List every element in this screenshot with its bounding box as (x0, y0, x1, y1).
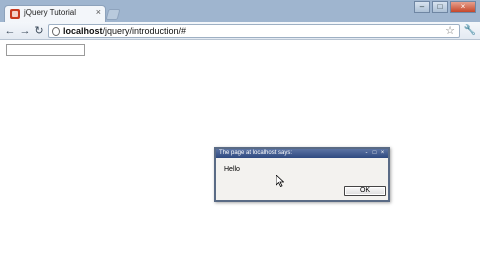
browser-window: jQuery Tutorial × – □ × ← → ↻ localhost/… (0, 0, 480, 270)
dialog-title: The page at localhost says: (219, 150, 293, 156)
url-path: /jquery/introduction/# (102, 26, 187, 36)
new-tab-button[interactable] (105, 9, 121, 20)
address-bar[interactable]: localhost/jquery/introduction/# ☆ (48, 24, 460, 38)
alert-dialog: The page at localhost says: - □ × Hello … (214, 147, 390, 202)
browser-toolbar: ← → ↻ localhost/jquery/introduction/# ☆ … (0, 22, 480, 40)
ok-button[interactable]: OK (344, 186, 386, 196)
forward-button[interactable]: → (18, 24, 32, 38)
dialog-maximize-icon[interactable]: □ (371, 150, 378, 156)
dialog-message: Hello (224, 166, 240, 173)
window-controls: – □ × (412, 1, 476, 13)
text-input[interactable] (6, 44, 85, 56)
tab-title: jQuery Tutorial (24, 8, 77, 17)
favicon-icon (10, 9, 20, 19)
dialog-close-icon[interactable]: × (379, 150, 386, 156)
reload-button[interactable]: ↻ (32, 24, 46, 38)
wrench-menu-icon[interactable]: 🔧 (463, 24, 477, 38)
tab-close-icon[interactable]: × (96, 7, 101, 17)
url-host: localhost (63, 26, 103, 36)
close-window-button[interactable]: × (450, 1, 476, 13)
minimize-button[interactable]: – (414, 1, 430, 13)
tab-strip: jQuery Tutorial × – □ × (0, 0, 480, 22)
bookmark-star-icon[interactable]: ☆ (445, 24, 455, 37)
page-icon (52, 27, 60, 36)
mouse-pointer-icon (276, 175, 284, 187)
tab-jquery-tutorial[interactable]: jQuery Tutorial × (4, 5, 106, 22)
back-button[interactable]: ← (3, 24, 17, 38)
dialog-body: Hello OK (216, 158, 388, 200)
dialog-minimize-icon[interactable]: - (363, 150, 370, 156)
dialog-titlebar: The page at localhost says: - □ × (216, 149, 388, 158)
url-text: localhost/jquery/introduction/# (63, 26, 186, 36)
maximize-button[interactable]: □ (432, 1, 448, 13)
